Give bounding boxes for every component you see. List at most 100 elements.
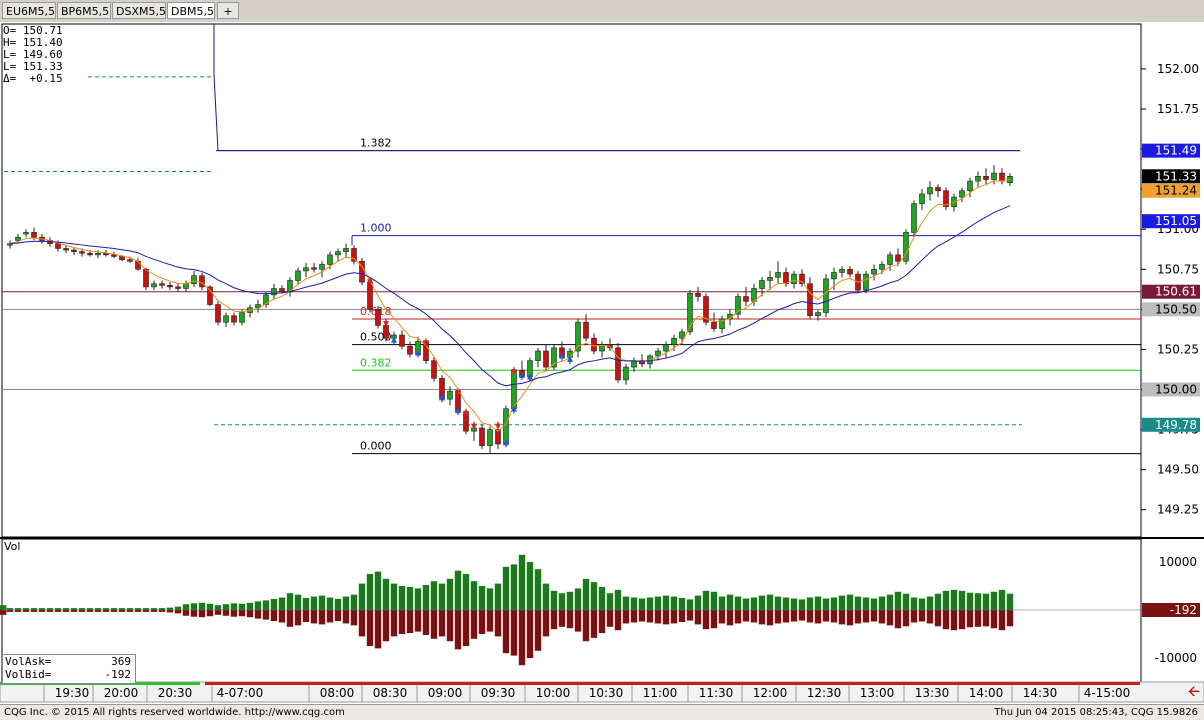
volume-ask-bar xyxy=(814,596,822,610)
volume-bid-bar xyxy=(550,610,558,630)
volume-ask-bar xyxy=(582,578,590,610)
x-tick-label: 11:30 xyxy=(699,686,734,700)
volume-ask-bar xyxy=(654,596,662,610)
volume-ask-bar xyxy=(494,583,502,610)
x-tick-label: 20:30 xyxy=(158,686,193,700)
volume-bid-bar xyxy=(622,610,630,624)
candle-body xyxy=(351,248,357,262)
volume-ask-bar xyxy=(38,608,46,610)
x-tick-label: 12:00 xyxy=(753,686,788,700)
volume-bid-bar xyxy=(326,610,334,623)
volume-ask-bar xyxy=(934,593,942,610)
volume-ask-bar xyxy=(558,593,566,610)
candle-body xyxy=(447,390,453,400)
x-tick-label: 12:30 xyxy=(807,686,842,700)
volume-bid-bar xyxy=(390,610,398,637)
volume-bid-bar xyxy=(78,610,86,612)
volume-bid-bar xyxy=(694,610,702,625)
volume-bid-bar xyxy=(126,610,134,612)
volume-ask-bar xyxy=(758,595,766,610)
candle-body xyxy=(863,273,869,291)
volume-ask-bar xyxy=(678,598,686,610)
candle-body xyxy=(815,312,821,317)
volume-ask-bar xyxy=(14,608,22,610)
volume-bid-bar xyxy=(982,610,990,627)
volume-bid-bar xyxy=(598,610,606,634)
candle-body xyxy=(711,321,717,329)
candle-body xyxy=(303,267,309,272)
volume-ask-bar xyxy=(342,596,350,610)
volume-ask-bar xyxy=(254,601,262,610)
volume-bid-bar xyxy=(310,610,318,624)
volume-bid-bar xyxy=(870,610,878,622)
volume-bid-bar xyxy=(190,610,198,617)
volume-bid-bar xyxy=(470,610,478,639)
candle-body xyxy=(335,251,341,256)
tab-label: EU6M5,5 xyxy=(6,5,55,18)
candle-body xyxy=(487,429,493,446)
volume-bid-bar xyxy=(478,610,486,634)
volume-bid-bar xyxy=(182,610,190,616)
volume-ask-bar xyxy=(958,590,966,610)
volume-ask-bar xyxy=(278,597,286,610)
candle-body xyxy=(199,275,205,288)
volume-ask-bar xyxy=(302,598,310,610)
candle-body xyxy=(591,337,597,352)
volume-ask-bar xyxy=(950,589,958,610)
volume-bid-bar xyxy=(678,610,686,622)
volume-ask-bar xyxy=(918,598,926,610)
candle-body xyxy=(63,248,69,251)
volume-ask-bar xyxy=(822,598,830,610)
volume-ask-bar xyxy=(0,605,7,610)
candle-body xyxy=(967,180,973,192)
volume-bid-bar xyxy=(638,610,646,622)
volume-bid-bar xyxy=(0,610,7,615)
volume-bid-bar xyxy=(206,610,214,617)
volume-bid-bar xyxy=(630,610,638,623)
volume-ask-bar xyxy=(246,602,254,610)
volume-bid-bar xyxy=(838,610,846,625)
volume-bid-bar xyxy=(230,610,238,617)
candle-body xyxy=(807,283,813,317)
scroll-left-arrow-icon[interactable]: 🡨 xyxy=(1188,682,1200,700)
volume-ask-bar xyxy=(286,593,294,610)
vol-bid-label: VolBid= xyxy=(5,668,52,681)
tab-dsxm5[interactable]: DSXM5,5 xyxy=(112,2,166,19)
price-chart[interactable]: 152.00151.75151.50151.25151.00150.75150.… xyxy=(0,22,1204,704)
volume-ask-bar xyxy=(142,608,150,610)
volume-ask-bar xyxy=(102,608,110,610)
volume-bid-bar xyxy=(158,610,166,612)
volume-ask-bar xyxy=(406,586,414,610)
candle-body xyxy=(87,252,93,256)
volume-bid-bar xyxy=(558,610,566,627)
volume-ask-bar xyxy=(774,596,782,610)
tab-dbm5[interactable]: DBM5,5 xyxy=(167,2,215,19)
volume-ask-bar xyxy=(366,574,374,610)
fib-level-label: 0.382 xyxy=(360,356,392,369)
tab-bp6m5[interactable]: BP6M5,5 xyxy=(57,2,111,19)
volume-bid-bar xyxy=(70,610,78,612)
candle-body xyxy=(343,248,349,252)
volume-bid-bar xyxy=(334,610,342,622)
volume-ask-bar xyxy=(350,594,358,610)
add-tab-button[interactable]: + xyxy=(217,2,239,19)
volume-bid-bar xyxy=(350,610,358,626)
volume-ask-bar xyxy=(854,596,862,610)
candle-body xyxy=(111,254,117,257)
volume-ask-bar xyxy=(782,597,790,610)
volume-bid-bar xyxy=(758,610,766,625)
tab-eu6m5[interactable]: EU6M5,5 xyxy=(2,2,56,19)
price-label: 150.00 xyxy=(1155,383,1197,397)
tab-label: BP6M5,5 xyxy=(61,5,110,18)
candle-body xyxy=(663,344,669,352)
candle-body xyxy=(295,270,301,281)
volume-ask-bar xyxy=(78,608,86,610)
volume-ask-bar xyxy=(446,578,454,610)
volume-ask-bar xyxy=(646,597,654,610)
x-tick-label: 09:30 xyxy=(481,686,516,700)
volume-bid-bar xyxy=(246,610,254,618)
candle-body xyxy=(543,350,549,368)
volume-bid-bar xyxy=(950,610,958,631)
candle-body xyxy=(783,272,789,285)
volume-ask-bar xyxy=(478,586,486,610)
